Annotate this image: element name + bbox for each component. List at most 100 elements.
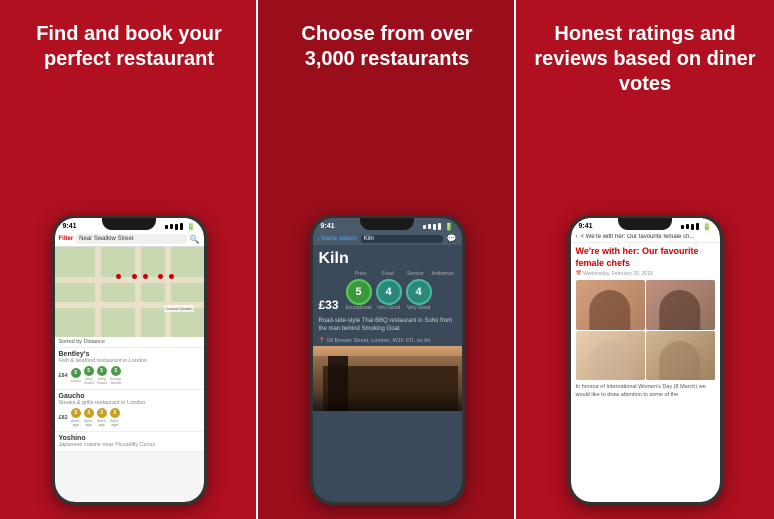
phone-2-notch xyxy=(360,218,414,230)
phone-1-notch xyxy=(102,218,156,230)
signal-2-3 xyxy=(433,224,436,230)
restaurant-item-3[interactable]: Yoshino Japanese cuisine near Piccadilly… xyxy=(55,432,204,452)
signal-3 xyxy=(175,224,178,230)
filter-button[interactable]: Filter xyxy=(59,236,74,242)
nav-back-3[interactable]: ‹ xyxy=(576,234,578,240)
restaurant-name-1: Bentley's xyxy=(59,351,200,358)
signal-3-4 xyxy=(696,223,699,230)
restaurant-price-1: £84 xyxy=(59,373,68,379)
photo-person-3 xyxy=(576,331,645,381)
map-road-v3 xyxy=(165,247,171,337)
restaurant-name-3: Yoshino xyxy=(59,435,200,442)
restaurant-name-2: Gaucho xyxy=(59,393,200,400)
score-group-1b: 5 VeryGood xyxy=(84,366,94,386)
score-group-2c: 3 Aver-age xyxy=(97,408,107,428)
status-icons: 🔋 xyxy=(165,223,196,231)
score-label-2d: Aver-age xyxy=(110,419,119,428)
panel-2-title: Choose from over 3,000 restaurants xyxy=(276,22,498,72)
metric-headers: Price Food Service Ambience xyxy=(313,271,462,277)
photo-overlay xyxy=(313,391,462,411)
photo-person-4 xyxy=(646,331,715,381)
score-circle-2c: 3 xyxy=(97,408,107,418)
score-group-1a: 5 Good xyxy=(71,368,81,383)
battery-icon-3: 🔋 xyxy=(703,223,712,231)
phone-3-notch xyxy=(618,218,672,230)
score-lg-group-1: 5 Exceptional xyxy=(345,279,373,312)
phone-2-screen: 9:41 🔋 ‹ Name search Kiln 💬 Kiln xyxy=(313,218,462,502)
phone-1-search-bar[interactable]: Filter Near Swallow Street 🔍 xyxy=(55,232,204,247)
photo-cell-4 xyxy=(646,331,715,381)
metric-header-service: Service xyxy=(403,271,428,277)
signal-2-1 xyxy=(423,225,426,229)
nav-back-2[interactable]: ‹ Name search xyxy=(318,236,357,242)
score-lg-1: 5 xyxy=(346,279,372,305)
battery-icon-2: 🔋 xyxy=(445,223,454,231)
phone-2: 9:41 🔋 ‹ Name search Kiln 💬 Kiln xyxy=(310,215,465,505)
person-sil-3 xyxy=(589,341,630,381)
restaurant-type-2: Steaks & grills restaurant in London xyxy=(59,400,200,406)
search-field[interactable]: Near Swallow Street xyxy=(76,234,186,244)
panel-2: Choose from over 3,000 restaurants 9:41 … xyxy=(258,0,516,519)
map-pin-1 xyxy=(116,274,121,279)
phone-3-nav[interactable]: ‹ < We're with her: Our favourite female… xyxy=(571,232,720,243)
restaurant-item-2[interactable]: Gaucho Steaks & grills restaurant in Lon… xyxy=(55,390,204,432)
score-circle-1c: 5 xyxy=(97,366,107,376)
score-label-2b: Aver-age xyxy=(84,419,93,428)
score-circle-2d: 3 xyxy=(110,408,120,418)
panel-3-title: Honest ratings and reviews based on dine… xyxy=(534,22,756,97)
signal-3-3 xyxy=(691,224,694,230)
status-time-2: 9:41 xyxy=(321,223,335,230)
map-pin-5 xyxy=(169,274,174,279)
score-lg-3: 4 xyxy=(406,279,432,305)
restaurant-address: 📍 58 Brewer Street, London, W1F 9TL no t… xyxy=(313,336,462,346)
score-group-1c: 5 VeryGood xyxy=(97,366,107,386)
price-badge: £33 xyxy=(319,298,339,312)
nav-title-3: < We're with her: Our favourite female c… xyxy=(581,234,715,240)
score-circle-1b: 5 xyxy=(84,366,94,376)
map-pin-2 xyxy=(132,274,137,279)
score-lg-2: 4 xyxy=(376,279,402,305)
chat-icon[interactable]: 💬 xyxy=(447,234,457,243)
status-time-3: 9:41 xyxy=(579,223,593,230)
person-sil-4 xyxy=(659,341,700,381)
phone-1: 9:41 🔋 Filter Near Swallow Street 🔍 xyxy=(52,215,207,505)
score-label-2a: Aver-age xyxy=(71,419,80,428)
signal-1 xyxy=(165,225,168,229)
signal-2-4 xyxy=(438,223,441,230)
nav-search-2[interactable]: Kiln xyxy=(361,235,443,243)
status-icons-2: 🔋 xyxy=(423,223,454,231)
score-circle-1a: 5 xyxy=(71,368,81,378)
score-circle-2b: 3 xyxy=(84,408,94,418)
score-label-1d: Excep-tional xyxy=(110,377,122,386)
phone-3: 9:41 🔋 ‹ < We're with her: Our favourite… xyxy=(568,215,723,505)
photo-cell-3 xyxy=(576,331,645,381)
article-teaser: In honour of International Women's Day (… xyxy=(571,380,720,403)
phone-1-screen: 9:41 🔋 Filter Near Swallow Street 🔍 xyxy=(55,218,204,502)
article-title: We're with her: Our favourite female che… xyxy=(571,243,720,271)
signal-2-2 xyxy=(428,224,431,229)
photo-person-1 xyxy=(576,280,645,330)
battery-icon: 🔋 xyxy=(187,223,196,231)
phone-2-nav[interactable]: ‹ Name search Kiln 💬 xyxy=(313,232,462,245)
score-lg-group-3: 4 Very Good xyxy=(405,279,433,312)
photo-cell-2 xyxy=(646,280,715,330)
map-pin-3 xyxy=(143,274,148,279)
photo-person-2 xyxy=(646,280,715,330)
restaurant-description: Road-side-style Thai BBQ restaurant in S… xyxy=(313,314,462,337)
map-pin-4 xyxy=(158,274,163,279)
score-label-1c: VeryGood xyxy=(97,377,107,386)
panel-3: Honest ratings and reviews based on dine… xyxy=(516,0,774,519)
search-icon[interactable]: 🔍 xyxy=(190,235,200,244)
article-date: 📅 Wednesday, February 28, 2018 xyxy=(571,271,720,280)
status-icons-3: 🔋 xyxy=(681,223,712,231)
restaurant-type-3: Japanese cuisine near Piccadilly Circus xyxy=(59,442,200,448)
score-lg-label-2: Very Good xyxy=(375,306,403,312)
score-lg-group-2: 4 Very Good xyxy=(375,279,403,312)
signal-4 xyxy=(180,223,183,230)
restaurant-price-2: £82 xyxy=(59,415,68,421)
restaurant-item-1[interactable]: Bentley's Fish & seafood restaurant in L… xyxy=(55,348,204,390)
score-group-2a: 3 Aver-age xyxy=(71,408,81,428)
map-area-label: Covent Garden xyxy=(164,305,193,312)
score-label-1a: Good xyxy=(71,379,81,383)
map-pins xyxy=(115,267,176,285)
